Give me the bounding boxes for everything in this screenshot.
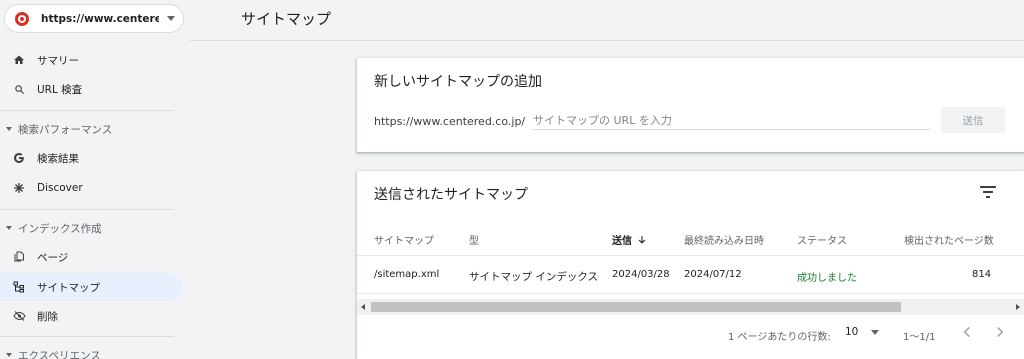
url-prefix: https://www.centered.co.jp/ (374, 115, 526, 128)
nav-item-url-inspection[interactable]: URL 検査 (0, 75, 183, 103)
scrollbar-thumb[interactable] (371, 302, 901, 312)
sidebar-divider (0, 336, 174, 337)
submitted-sitemaps-card: 送信されたサイトマップ サイトマップ 型 送信 最終読み込み日時 ステータス 検… (357, 171, 1024, 359)
section-index[interactable]: インデックス作成 (0, 217, 183, 239)
nav-item-label: 削除 (37, 310, 58, 323)
rows-per-page-value: 10 (845, 326, 859, 338)
nav-item-pages[interactable]: ページ (0, 243, 183, 271)
rows-per-page-label: 1 ページあたりの行数: (728, 332, 831, 343)
collapse-icon (6, 353, 12, 357)
card-title: 新しいサイトマップの追加 (374, 74, 542, 90)
section-label: 検索パフォーマンス (18, 123, 113, 136)
nav-item-label: 検索結果 (37, 152, 79, 165)
scroll-left-icon[interactable] (361, 304, 365, 310)
cell-sitemap[interactable]: /sitemap.xml (374, 269, 439, 280)
nav-item-label: サイトマップ (37, 281, 100, 294)
home-icon (12, 53, 26, 67)
card-title: 送信されたサイトマップ (374, 187, 528, 203)
scroll-right-icon[interactable] (1016, 304, 1020, 310)
filter-list-icon[interactable] (980, 186, 996, 198)
cell-submitted: 2024/03/28 (612, 269, 670, 280)
property-selector[interactable]: https://www.centere... (4, 4, 184, 33)
column-header-status[interactable]: ステータス (797, 232, 847, 247)
sidebar-divider (0, 110, 174, 111)
search-icon (12, 82, 26, 96)
eye-off-icon (12, 309, 26, 323)
pages-icon (12, 250, 26, 264)
column-header-last-read[interactable]: 最終読み込み日時 (684, 232, 764, 247)
section-label: インデックス作成 (18, 222, 102, 235)
arrow-downward-icon (638, 235, 646, 244)
submit-button[interactable]: 送信 (941, 107, 1005, 133)
header-divider (190, 40, 1024, 41)
chevron-right-icon[interactable] (991, 323, 1009, 341)
dropdown-icon (871, 329, 880, 335)
column-header-type[interactable]: 型 (469, 232, 479, 247)
chevron-left-icon[interactable] (958, 323, 976, 341)
section-label: エクスペリエンス (18, 349, 101, 359)
site-favicon-icon (15, 11, 29, 26)
nav-item-discover[interactable]: Discover (0, 174, 183, 202)
column-header-label: 送信 (612, 236, 632, 247)
caret-down-icon (167, 16, 175, 21)
header-divider (357, 255, 1024, 256)
column-header-sitemap[interactable]: サイトマップ (374, 232, 434, 247)
row-divider (357, 293, 1024, 294)
collapse-icon (6, 127, 12, 131)
nav-item-search-results[interactable]: 検索結果 (0, 144, 183, 172)
nav-item-label: Discover (37, 182, 83, 194)
collapse-icon (6, 226, 12, 230)
nav-item-label: ページ (37, 251, 69, 264)
rows-per-page-select[interactable]: 10 (845, 326, 880, 338)
property-url: https://www.centere... (41, 12, 159, 25)
nav-item-label: サマリー (37, 54, 79, 67)
section-performance[interactable]: 検索パフォーマンス (0, 118, 183, 140)
horizontal-scrollbar[interactable] (357, 299, 1024, 315)
page-title: サイトマップ (241, 10, 332, 28)
column-header-discovered-pages[interactable]: 検出されたページ数 (904, 232, 994, 247)
cell-discovered-pages: 814 (972, 269, 992, 280)
sidebar-divider (0, 209, 174, 210)
section-experience[interactable]: エクスペリエンス (0, 344, 183, 359)
nav-item-summary[interactable]: サマリー (0, 46, 183, 74)
column-header-submitted[interactable]: 送信 (612, 232, 647, 247)
sitemap-url-input[interactable] (532, 111, 930, 130)
add-sitemap-card: 新しいサイトマップの追加 https://www.centered.co.jp/… (357, 58, 1024, 152)
sitemap-icon (12, 280, 26, 294)
nav-item-label: URL 検査 (37, 83, 83, 96)
asterisk-icon (12, 181, 26, 195)
sidebar: https://www.centere... サマリー URL 検査 検索パフォ… (0, 0, 190, 359)
cell-last-read: 2024/07/12 (684, 269, 742, 280)
google-g-icon (12, 151, 26, 165)
nav-item-sitemaps[interactable]: サイトマップ (0, 273, 183, 301)
cell-type: サイトマップ インデックス (469, 271, 599, 283)
nav-item-removals[interactable]: 削除 (0, 302, 183, 330)
pagination-range: 1〜1/1 (903, 332, 936, 343)
cell-status: 成功しました (797, 273, 857, 284)
